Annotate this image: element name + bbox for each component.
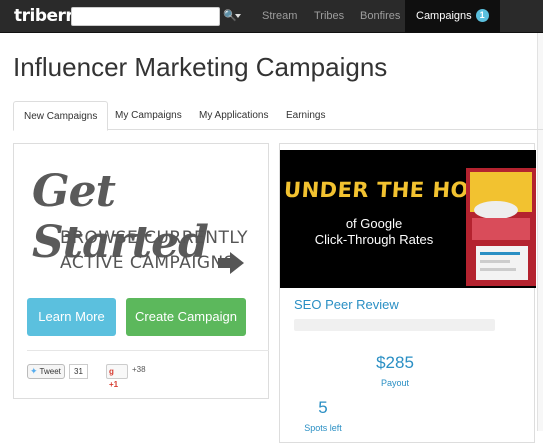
tweet-count: 31: [69, 364, 88, 379]
page-title: Influencer Marketing Campaigns: [13, 52, 388, 82]
hero-subtitle-1: of Google: [345, 216, 403, 231]
nav-stream[interactable]: Stream: [262, 0, 297, 33]
tweet-button[interactable]: ✦ Tweet: [27, 364, 65, 379]
nav-tribes[interactable]: Tribes: [314, 0, 344, 33]
hero-subtitle-2: Click-Through Rates: [314, 232, 434, 247]
browse-line-1: BROWSE CURRENTLY: [60, 228, 248, 248]
top-navbar: triberr 🔍 Stream Tribes Bonfires Campaig…: [0, 0, 543, 33]
nav-campaigns[interactable]: Campaigns 1: [405, 0, 500, 33]
spots-label: Spots left: [304, 423, 342, 433]
google-plus-icon: g: [109, 367, 114, 376]
tab-my-campaigns[interactable]: My Campaigns: [105, 101, 192, 130]
gplus-count: +38: [132, 365, 146, 374]
search-button[interactable]: 🔍: [223, 9, 243, 25]
infographic-graphic: [466, 168, 536, 286]
tab-new-campaigns[interactable]: New Campaigns: [13, 101, 109, 131]
search-input[interactable]: [71, 7, 220, 26]
nav-bonfires[interactable]: Bonfires: [360, 0, 400, 33]
campaign-card[interactable]: UNDER THE HOOD of Google Click-Through R…: [279, 143, 536, 443]
chevron-down-icon: [235, 14, 241, 18]
create-campaign-button[interactable]: Create Campaign: [126, 298, 246, 336]
side-panel-edge: [537, 33, 543, 431]
payout-value: $285: [376, 353, 414, 372]
triberr-logo[interactable]: triberr: [14, 6, 74, 26]
twitter-bird-icon: ✦: [30, 366, 38, 376]
notification-badge: 1: [475, 9, 489, 22]
payout-label: Payout: [380, 378, 410, 388]
tab-my-applications[interactable]: My Applications: [189, 101, 278, 130]
gplus-label: +1: [109, 380, 119, 389]
campaign-hero-image[interactable]: UNDER THE HOOD of Google Click-Through R…: [280, 150, 536, 288]
campaign-title[interactable]: SEO Peer Review: [294, 297, 399, 312]
browse-line-2: ACTIVE CAMPAIGNS: [60, 253, 236, 273]
campaign-progress-bar: [294, 319, 495, 331]
get-started-card: Get Started BROWSE CURRENTLY ACTIVE CAMP…: [13, 143, 269, 399]
nav-campaigns-label: Campaigns: [416, 10, 472, 22]
learn-more-button[interactable]: Learn More: [27, 298, 116, 336]
infographic-thumbnail: [466, 168, 536, 286]
campaign-tabs: New Campaigns My Campaigns My Applicatio…: [13, 101, 543, 131]
spots-value: 5: [318, 398, 328, 417]
tweet-label: Tweet: [39, 367, 61, 376]
tab-earnings[interactable]: Earnings: [276, 101, 335, 130]
arrow-right-icon: [218, 252, 244, 274]
divider: [27, 350, 269, 351]
google-plus-button[interactable]: g +1: [106, 364, 128, 389]
